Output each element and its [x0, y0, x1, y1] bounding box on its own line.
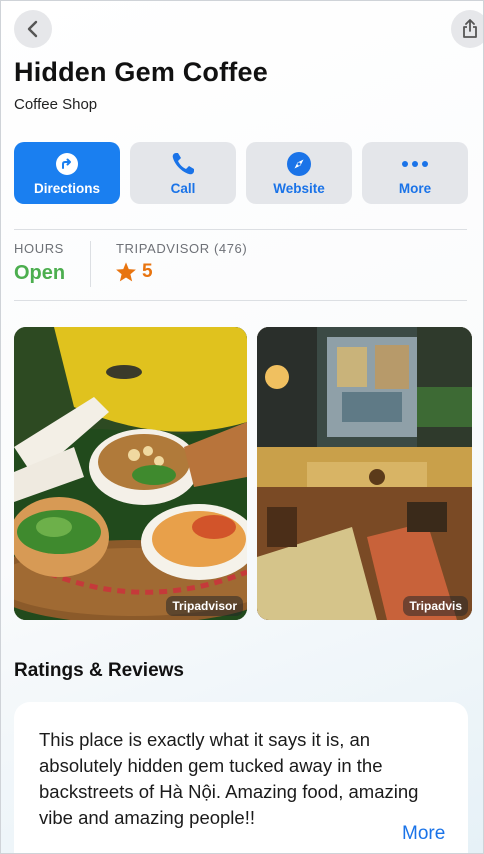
call-button[interactable]: Call [130, 142, 236, 204]
directions-label: Directions [33, 180, 101, 196]
directions-button[interactable]: Directions [14, 142, 120, 204]
review-more-link[interactable]: More [402, 823, 445, 845]
call-label: Call [170, 180, 196, 196]
more-label: More [398, 180, 432, 196]
share-button[interactable] [451, 10, 483, 48]
place-title: Hidden Gem Coffee [14, 57, 268, 87]
cafe-interior-photo[interactable]: Tripadvis [257, 327, 472, 620]
share-icon [463, 19, 477, 38]
info-separator [90, 241, 91, 287]
back-button[interactable] [14, 10, 52, 48]
food-photo[interactable]: Tripadvisor [14, 327, 247, 620]
website-button[interactable]: Website [246, 142, 352, 204]
review-text: This place is exactly what it says it is… [39, 729, 419, 828]
cafe-interior-image [257, 327, 472, 620]
website-label: Website [273, 180, 325, 196]
photo-credit: Tripadvis [403, 596, 468, 616]
divider [14, 229, 467, 230]
divider [14, 300, 467, 301]
action-buttons: Directions Call Website More [14, 142, 472, 204]
rating-value: 5 [142, 261, 153, 282]
review-card[interactable]: This place is exactly what it says it is… [14, 702, 468, 853]
chevron-left-icon [27, 20, 38, 38]
place-category: Coffee Shop [14, 96, 98, 113]
ellipsis-icon [402, 160, 428, 167]
food-photo-image [14, 327, 247, 620]
hours-status[interactable]: Open [14, 262, 65, 285]
star-icon [116, 262, 136, 282]
compass-icon [287, 151, 311, 176]
directions-arrow-icon [56, 152, 78, 175]
more-button[interactable]: More [362, 142, 468, 204]
place-card-screen: Hidden Gem Coffee Coffee Shop Directions… [0, 0, 484, 854]
hours-label: HOURS [14, 241, 64, 256]
ratings-reviews-title: Ratings & Reviews [14, 660, 184, 681]
phone-icon [172, 152, 194, 174]
top-bar [1, 1, 483, 57]
tripadvisor-label: TRIPADVISOR (476) [116, 241, 248, 256]
tripadvisor-rating[interactable]: 5 [115, 261, 153, 283]
photo-credit: Tripadvisor [166, 596, 243, 616]
